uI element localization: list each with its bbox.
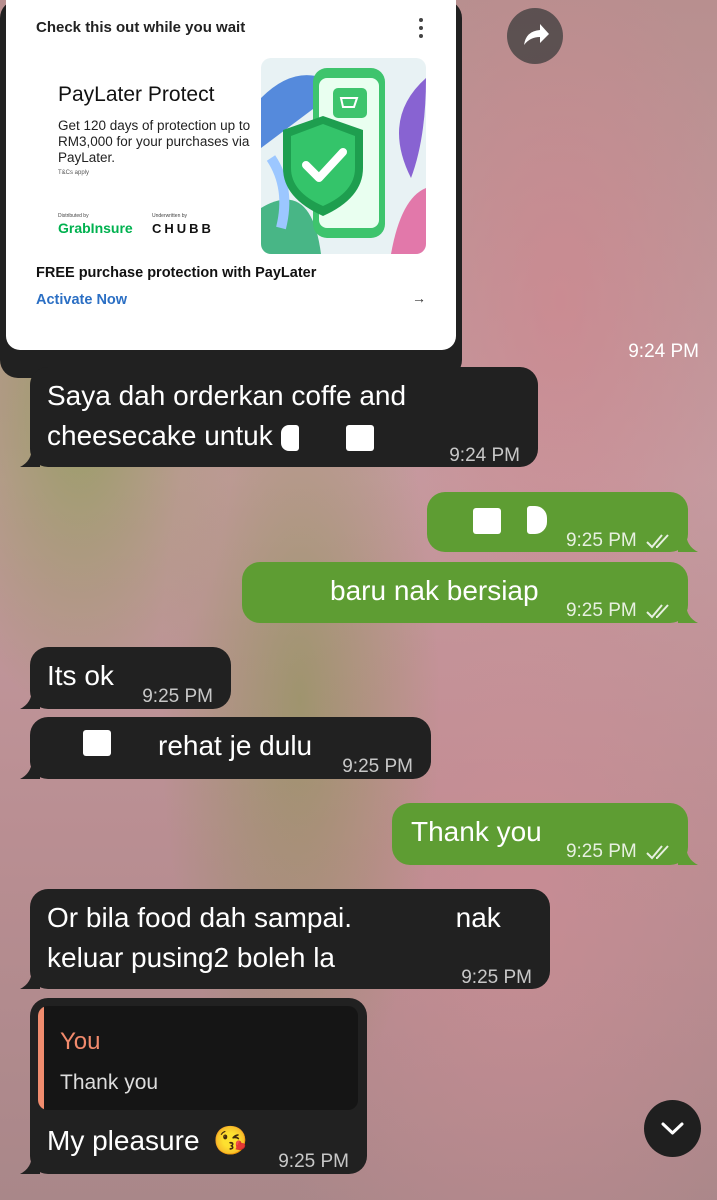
outgoing-message[interactable]: Thank you 9:25 PM [392,803,698,865]
scroll-to-bottom-button[interactable] [644,1100,701,1157]
promo-image [261,58,426,254]
share-button[interactable] [507,8,563,64]
incoming-message[interactable]: Its ok 9:25 PM [20,647,231,709]
grabinsure-logo: GrabInsure [58,220,133,236]
reply-text: Thank you [60,1071,159,1094]
promo-body: Get 120 days of protection up to RM3,000… [58,118,251,165]
message-time: 9:24 PM [628,341,699,362]
message-time: 9:25 PM [342,756,413,777]
message-text: rehat je dulu [158,730,313,761]
message-time: 9:25 PM [566,521,672,561]
message-text: baru nak bersiap [330,575,539,606]
double-check-icon [646,845,669,860]
bubble-tail [20,689,40,709]
outgoing-message[interactable]: 9:25 PM [427,492,698,552]
reply-accent-bar [38,1006,44,1110]
chevron-down-icon [661,1122,684,1135]
share-icon [524,24,549,45]
redacted-text [346,424,375,451]
activate-now-link[interactable]: Activate Now [36,292,127,308]
chubb-logo: CHUBB [152,221,214,236]
promo-title: PayLater Protect [58,83,215,106]
bubble-tail [678,532,698,552]
incoming-message[interactable]: rehat je dulu 9:25 PM [20,717,431,779]
reply-sender: You [60,1028,101,1055]
bubble-tail [20,969,40,989]
message-time: 9:25 PM [461,967,532,988]
message-text: cheesecake untuk [47,420,273,451]
bubble-tail [678,845,698,865]
bubble-tail [20,447,40,467]
redacted-text [527,506,547,534]
message-time: 9:25 PM [278,1151,349,1172]
underwritten-by-label: Underwritten by [152,213,188,219]
incoming-message[interactable]: Saya dah orderkan coffe and cheesecake u… [20,367,538,467]
card-header: Check this out while you wait [36,19,246,36]
message-time: 9:25 PM [566,591,672,631]
bubble-tail [678,603,698,623]
message-text: Thank you [411,816,542,847]
promo-card[interactable]: Check this out while you wait PayLater P… [6,0,456,350]
outgoing-message[interactable]: baru nak bersiap 9:25 PM [242,562,698,623]
arrow-right-icon[interactable]: → [412,290,426,306]
message-text: My pleasure [47,1125,200,1156]
distributed-by-label: Distributed by [58,213,89,219]
message-time: 9:24 PM [449,445,520,466]
redacted-text [280,424,299,451]
kiss-emoji: 😘 [213,1125,249,1156]
message-time: 9:25 PM [566,832,672,872]
free-protection-text: FREE purchase protection with PayLater [36,265,317,281]
message-text: keluar pusing2 boleh la [47,942,335,973]
double-check-icon [646,604,669,619]
message-text: Or bila food dah sampai. [47,902,353,933]
more-options-icon[interactable] [418,17,424,39]
message-text: Saya dah orderkan coffe and [47,380,407,411]
bubble-tail [20,1154,40,1174]
promo-tnc: T&Cs apply [58,170,90,176]
message-time: 9:25 PM [142,686,213,707]
incoming-message[interactable]: Or bila food dah sampai. nak keluar pusi… [20,889,550,989]
promo-card-message[interactable]: Check this out while you wait PayLater P… [0,0,699,378]
quoted-reply[interactable]: You Thank you [38,1006,358,1110]
bubble-tail [20,759,40,779]
incoming-reply-message[interactable]: You Thank you My pleasure 😘 9:25 PM [20,998,367,1174]
message-text: nak [455,902,501,933]
redacted-text [473,508,501,534]
double-check-icon [646,534,669,549]
message-text: Its ok [47,660,114,691]
redacted-text [83,730,111,756]
